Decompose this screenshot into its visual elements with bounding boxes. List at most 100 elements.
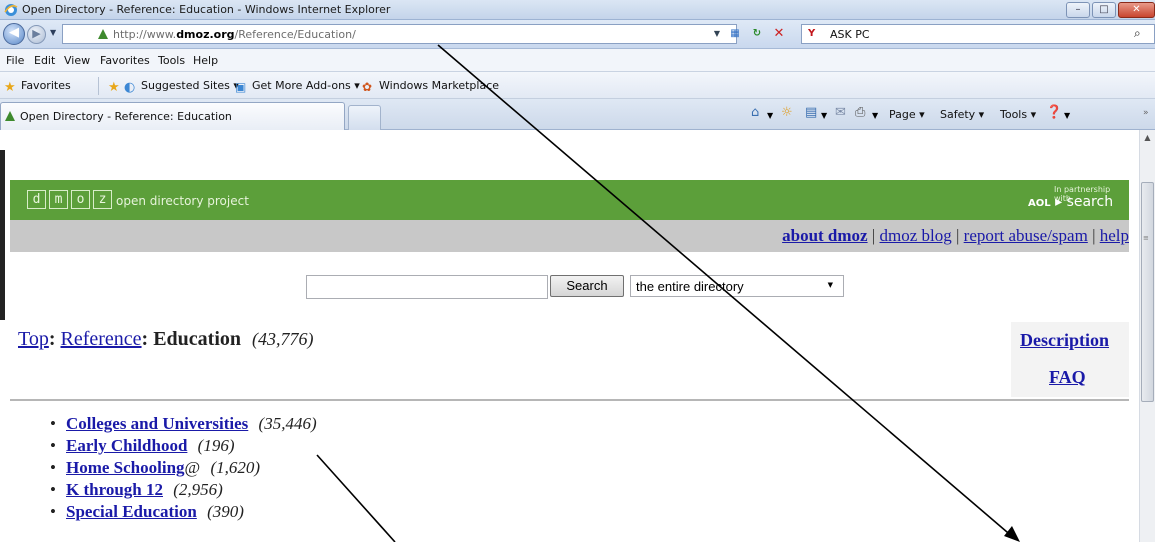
help-icon[interactable]: ❓ [1046, 106, 1062, 119]
minimize-button[interactable]: – [1066, 2, 1090, 18]
forward-button[interactable]: ▶ [27, 25, 46, 44]
breadcrumb-current: Education [153, 328, 242, 350]
tools-menu[interactable]: Tools ▾ [1000, 108, 1036, 121]
recent-pages-dropdown-icon[interactable]: ▼ [50, 28, 56, 37]
dmoz-links-bar: about dmoz | dmoz blog | report abuse/sp… [10, 220, 1129, 252]
tab-label: Open Directory - Reference: Education [20, 110, 232, 123]
windows-marketplace-link[interactable]: ✿ Windows Marketplace [362, 79, 499, 94]
menu-bar: File Edit View Favorites Tools Help [0, 49, 1155, 72]
dmoz-header: d m o z open directory project In partne… [10, 180, 1129, 220]
menu-help[interactable]: Help [193, 54, 218, 67]
search-engine-label: ASK PC [830, 28, 870, 41]
star-icon: ★ [4, 80, 16, 95]
report-abuse-link[interactable]: report abuse/spam [964, 226, 1088, 245]
address-bar[interactable]: http://www.dmoz.org/Reference/Education/ [62, 24, 737, 44]
category-link[interactable]: Early Childhood [66, 436, 187, 455]
navigation-bar: ◀ ▶ ▼ http://www.dmoz.org/Reference/Educ… [0, 20, 1155, 49]
breadcrumb-count: (43,776) [252, 329, 314, 349]
faq-link[interactable]: FAQ [1049, 367, 1086, 388]
favorites-button[interactable]: ★ Favorites [4, 79, 71, 95]
aol-search-logo[interactable]: AOL ▸ search [1028, 194, 1113, 210]
print-icon[interactable]: ⎙ [855, 106, 865, 119]
home-icon[interactable]: ⌂ [751, 106, 759, 119]
ie-page-icon: ▣ [235, 80, 247, 94]
bullet: • [50, 502, 56, 521]
search-scope-value: the entire directory [636, 279, 744, 294]
search-icon[interactable]: ⌕ [1134, 26, 1141, 41]
vertical-scrollbar[interactable]: ▲ ≡ [1139, 130, 1155, 542]
dmoz-favicon-icon [98, 29, 108, 39]
list-item: • K through 12 (2,956) [50, 479, 317, 501]
safety-menu[interactable]: Safety ▾ [940, 108, 984, 121]
ask-logo-icon: Y [808, 28, 816, 39]
read-mail-icon[interactable]: ▤ [805, 106, 817, 119]
breadcrumb-top-link[interactable]: Top [18, 328, 49, 350]
suggested-sites-icon: ◐ [124, 80, 136, 95]
page-menu[interactable]: Page ▾ [889, 108, 925, 121]
bullet: • [50, 414, 56, 433]
directory-search-input[interactable] [306, 275, 548, 299]
home-dropdown-icon[interactable]: ▼ [767, 109, 773, 122]
window-titlebar: Open Directory - Reference: Education - … [0, 0, 1155, 20]
address-dropdown-icon[interactable]: ▼ [708, 25, 726, 43]
list-item: • Special Education (390) [50, 501, 317, 523]
category-count: (196) [197, 436, 235, 455]
category-link[interactable]: Colleges and Universities [66, 414, 248, 433]
category-link[interactable]: K through 12 [66, 480, 163, 499]
address-url[interactable]: http://www.dmoz.org/Reference/Education/ [113, 28, 356, 41]
dmoz-blog-link[interactable]: dmoz blog [880, 226, 952, 245]
tab-bar: Open Directory - Reference: Education ⌂ … [0, 99, 1155, 130]
close-window-button[interactable]: ✕ [1118, 2, 1155, 18]
suggested-sites-link[interactable]: ◐ Suggested Sites ▾ [124, 79, 239, 95]
category-count: (35,446) [258, 414, 317, 433]
bullet: • [50, 480, 56, 499]
list-item: • Colleges and Universities (35,446) [50, 413, 317, 435]
left-edge-shadow [0, 150, 5, 320]
refresh-icon[interactable]: ↻ [748, 25, 766, 43]
description-link[interactable]: Description [1020, 330, 1109, 351]
category-count: (2,956) [173, 480, 223, 499]
about-dmoz-link[interactable]: about dmoz [782, 226, 867, 245]
help-link[interactable]: help [1100, 226, 1129, 245]
category-link[interactable]: Special Education [66, 502, 197, 521]
back-button[interactable]: ◀ [3, 23, 25, 45]
dmoz-logo[interactable]: d m o z [27, 190, 115, 209]
category-count: (1,620) [210, 458, 261, 477]
menu-tools[interactable]: Tools [158, 54, 185, 67]
menu-file[interactable]: File [6, 54, 24, 67]
help-dropdown-icon[interactable]: ▼ [1064, 109, 1070, 122]
favorites-bar: ★ Favorites ★ ◐ Suggested Sites ▾ ▣ Get Mor… [0, 72, 1155, 99]
feeds-icon[interactable]: ☼ [781, 106, 793, 119]
chevron-more-icon[interactable]: » [1143, 107, 1149, 120]
breadcrumb-reference-link[interactable]: Reference [61, 328, 142, 350]
search-button[interactable]: Search [550, 275, 624, 297]
scroll-up-icon[interactable]: ▲ [1140, 130, 1155, 145]
menu-view[interactable]: View [64, 54, 90, 67]
get-addons-link[interactable]: ▣ Get More Add-ons ▾ [235, 79, 360, 94]
list-item: • Home Schooling@ (1,620) [50, 457, 317, 479]
print-dropdown-icon[interactable]: ▼ [872, 109, 878, 122]
maximize-button[interactable]: □ [1092, 2, 1116, 18]
search-scope-select[interactable]: the entire directory ▼ [630, 275, 844, 297]
tab-open-directory[interactable]: Open Directory - Reference: Education [0, 102, 345, 130]
add-favorite-icon[interactable]: ★ [108, 79, 125, 95]
feeds-dropdown-icon[interactable]: ▼ [821, 109, 827, 122]
category-list: • Colleges and Universities (35,446) • E… [50, 413, 317, 523]
scroll-thumb[interactable] [1141, 182, 1154, 402]
close-icon: ✕ [1132, 4, 1141, 15]
stop-icon[interactable]: ✕ [770, 25, 788, 43]
dmoz-tagline: open directory project [116, 194, 249, 208]
dmoz-favicon-icon [5, 111, 15, 121]
mail-icon[interactable]: ✉ [835, 106, 846, 119]
compatibility-view-icon[interactable]: ▦ [726, 25, 744, 43]
bullet: • [50, 458, 56, 477]
new-tab-button[interactable] [348, 105, 381, 130]
breadcrumb: Top: Reference: Education (43,776) [18, 328, 314, 350]
menu-favorites[interactable]: Favorites [100, 54, 150, 67]
category-link[interactable]: Home Schooling [66, 458, 185, 477]
list-item: • Early Childhood (196) [50, 435, 317, 457]
bullet: • [50, 436, 56, 455]
scroll-grip-icon: ≡ [1143, 234, 1149, 242]
search-provider-box[interactable]: Y ASK PC ⌕ [801, 24, 1155, 44]
menu-edit[interactable]: Edit [34, 54, 55, 67]
